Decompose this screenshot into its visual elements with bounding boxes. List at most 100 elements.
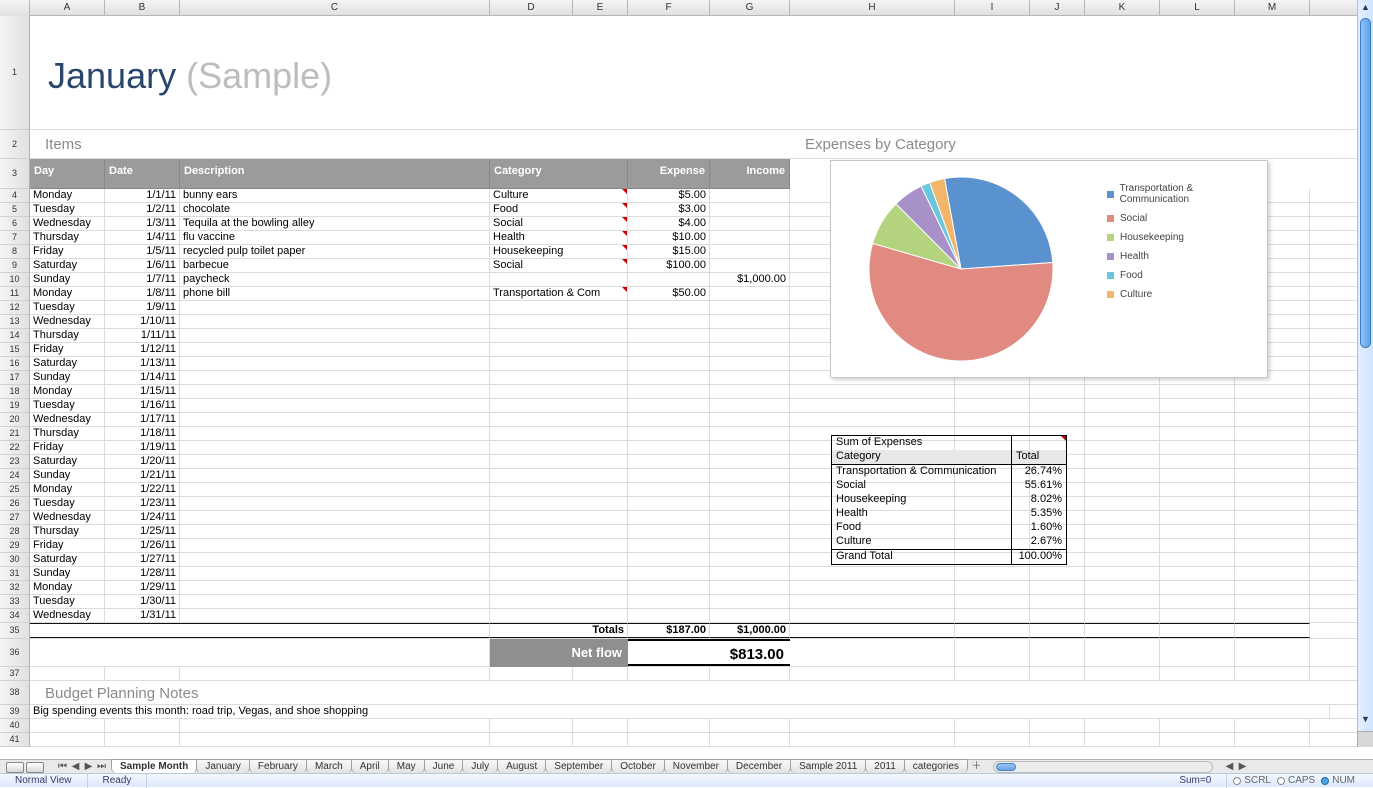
- pivot-total-header[interactable]: Total: [1012, 450, 1066, 464]
- dropdown-indicator-icon[interactable]: [622, 231, 627, 236]
- row-header-41[interactable]: 41: [0, 733, 29, 747]
- data-row[interactable]: Friday1/26/11: [30, 539, 1357, 553]
- col-header-C[interactable]: C: [180, 0, 490, 16]
- data-row[interactable]: Wednesday1/24/11: [30, 511, 1357, 525]
- tab-first-icon[interactable]: ⏮: [56, 761, 69, 773]
- row-header-37[interactable]: 37: [0, 667, 29, 681]
- pivot-row[interactable]: Housekeeping8.02%: [832, 493, 1066, 507]
- normal-view-button[interactable]: [6, 762, 24, 773]
- col-header-K[interactable]: K: [1085, 0, 1160, 16]
- sheet-tab-may[interactable]: May: [388, 759, 425, 773]
- row-header-21[interactable]: 21: [0, 427, 29, 441]
- row-header-16[interactable]: 16: [0, 357, 29, 371]
- pivot-table[interactable]: Sum of ExpensesCategoryTotalTransportati…: [831, 435, 1067, 565]
- tab-last-icon[interactable]: ⏭: [95, 761, 108, 773]
- pivot-row[interactable]: Health5.35%: [832, 507, 1066, 521]
- dropdown-indicator-icon[interactable]: [622, 259, 627, 264]
- header-day[interactable]: Day: [30, 159, 105, 188]
- row-header-4[interactable]: 4: [0, 189, 29, 203]
- sheet-tab-november[interactable]: November: [664, 759, 728, 773]
- header-cat[interactable]: Category: [490, 159, 628, 188]
- data-row[interactable]: Monday1/29/11: [30, 581, 1357, 595]
- dropdown-indicator-icon[interactable]: [622, 217, 627, 222]
- row-header-27[interactable]: 27: [0, 511, 29, 525]
- row-header-38[interactable]: 38: [0, 681, 29, 705]
- header-inc[interactable]: Income: [710, 159, 790, 188]
- row-header-36[interactable]: 36: [0, 639, 29, 667]
- row-header-31[interactable]: 31: [0, 567, 29, 581]
- add-sheet-button[interactable]: ＋: [970, 761, 983, 773]
- row-header-14[interactable]: 14: [0, 329, 29, 343]
- dropdown-indicator-icon[interactable]: [1061, 436, 1066, 441]
- row-header-26[interactable]: 26: [0, 497, 29, 511]
- data-row[interactable]: Friday1/19/11: [30, 441, 1357, 455]
- sheet-tab-january[interactable]: January: [196, 759, 250, 773]
- row-header-1[interactable]: 1: [0, 16, 29, 130]
- sheet-tab-march[interactable]: March: [306, 759, 352, 773]
- pivot-row[interactable]: Food1.60%: [832, 521, 1066, 535]
- row-header-39[interactable]: 39: [0, 705, 29, 719]
- sheet-tab-june[interactable]: June: [424, 759, 464, 773]
- col-header-B[interactable]: B: [105, 0, 180, 16]
- data-row[interactable]: Tuesday1/16/11: [30, 399, 1357, 413]
- page-layout-view-button[interactable]: [26, 762, 44, 773]
- data-row[interactable]: Saturday1/20/11: [30, 455, 1357, 469]
- select-all-corner[interactable]: [0, 0, 30, 16]
- horizontal-scrollbar[interactable]: [993, 761, 1213, 773]
- pivot-row[interactable]: Social55.61%: [832, 479, 1066, 493]
- row-header-5[interactable]: 5: [0, 203, 29, 217]
- data-row[interactable]: Saturday1/27/11: [30, 553, 1357, 567]
- pivot-row[interactable]: Transportation & Communication26.74%: [832, 465, 1066, 479]
- data-row[interactable]: Wednesday1/17/11: [30, 413, 1357, 427]
- horizontal-scrollbar-thumb[interactable]: [996, 763, 1016, 771]
- row-header-8[interactable]: 8: [0, 245, 29, 259]
- data-row[interactable]: Sunday1/21/11: [30, 469, 1357, 483]
- data-row[interactable]: Monday1/15/11: [30, 385, 1357, 399]
- row-header-15[interactable]: 15: [0, 343, 29, 357]
- cell-grid[interactable]: January (Sample)ItemsExpenses by Categor…: [30, 16, 1357, 747]
- row-header-2[interactable]: 2: [0, 130, 29, 159]
- row-header-13[interactable]: 13: [0, 315, 29, 329]
- col-header-D[interactable]: D: [490, 0, 573, 16]
- col-header-I[interactable]: I: [955, 0, 1030, 16]
- sheet-tab-august[interactable]: August: [497, 759, 546, 773]
- dropdown-indicator-icon[interactable]: [622, 287, 627, 292]
- sheet-tab-february[interactable]: February: [249, 759, 307, 773]
- sheet-tab-sample-2011[interactable]: Sample 2011: [790, 759, 866, 773]
- sheet-tab-july[interactable]: July: [462, 759, 498, 773]
- row-header-22[interactable]: 22: [0, 441, 29, 455]
- row-header-17[interactable]: 17: [0, 371, 29, 385]
- row-header-7[interactable]: 7: [0, 231, 29, 245]
- row-header-19[interactable]: 19: [0, 399, 29, 413]
- row-header-12[interactable]: 12: [0, 301, 29, 315]
- data-row[interactable]: Wednesday1/31/11: [30, 609, 1357, 623]
- pivot-category-header[interactable]: Category: [832, 450, 1012, 464]
- sheet-tab-december[interactable]: December: [727, 759, 791, 773]
- tab-prev-icon[interactable]: ◀: [69, 761, 82, 773]
- dropdown-indicator-icon[interactable]: [622, 203, 627, 208]
- row-header-25[interactable]: 25: [0, 483, 29, 497]
- sheet-tab-categories[interactable]: categories: [904, 759, 968, 773]
- col-header-L[interactable]: L: [1160, 0, 1235, 16]
- sheet-tab-september[interactable]: September: [545, 759, 612, 773]
- row-header-30[interactable]: 30: [0, 553, 29, 567]
- header-desc[interactable]: Description: [180, 159, 490, 188]
- row-header-34[interactable]: 34: [0, 609, 29, 623]
- view-mode-label[interactable]: Normal View: [0, 774, 88, 788]
- sheet-tab-october[interactable]: October: [611, 759, 665, 773]
- row-header-3[interactable]: 3: [0, 159, 29, 189]
- scroll-up-icon[interactable]: ▲: [1358, 2, 1373, 17]
- col-header-J[interactable]: J: [1030, 0, 1085, 16]
- pivot-row[interactable]: Culture2.67%: [832, 535, 1066, 549]
- dropdown-indicator-icon[interactable]: [622, 245, 627, 250]
- col-header-A[interactable]: A: [30, 0, 105, 16]
- row-header-33[interactable]: 33: [0, 595, 29, 609]
- vertical-scrollbar-thumb[interactable]: [1360, 18, 1371, 348]
- row-header-20[interactable]: 20: [0, 413, 29, 427]
- row-header-32[interactable]: 32: [0, 581, 29, 595]
- row-header-35[interactable]: 35: [0, 623, 29, 639]
- row-header-9[interactable]: 9: [0, 259, 29, 273]
- col-header-E[interactable]: E: [573, 0, 628, 16]
- dropdown-indicator-icon[interactable]: [622, 189, 627, 194]
- row-header-18[interactable]: 18: [0, 385, 29, 399]
